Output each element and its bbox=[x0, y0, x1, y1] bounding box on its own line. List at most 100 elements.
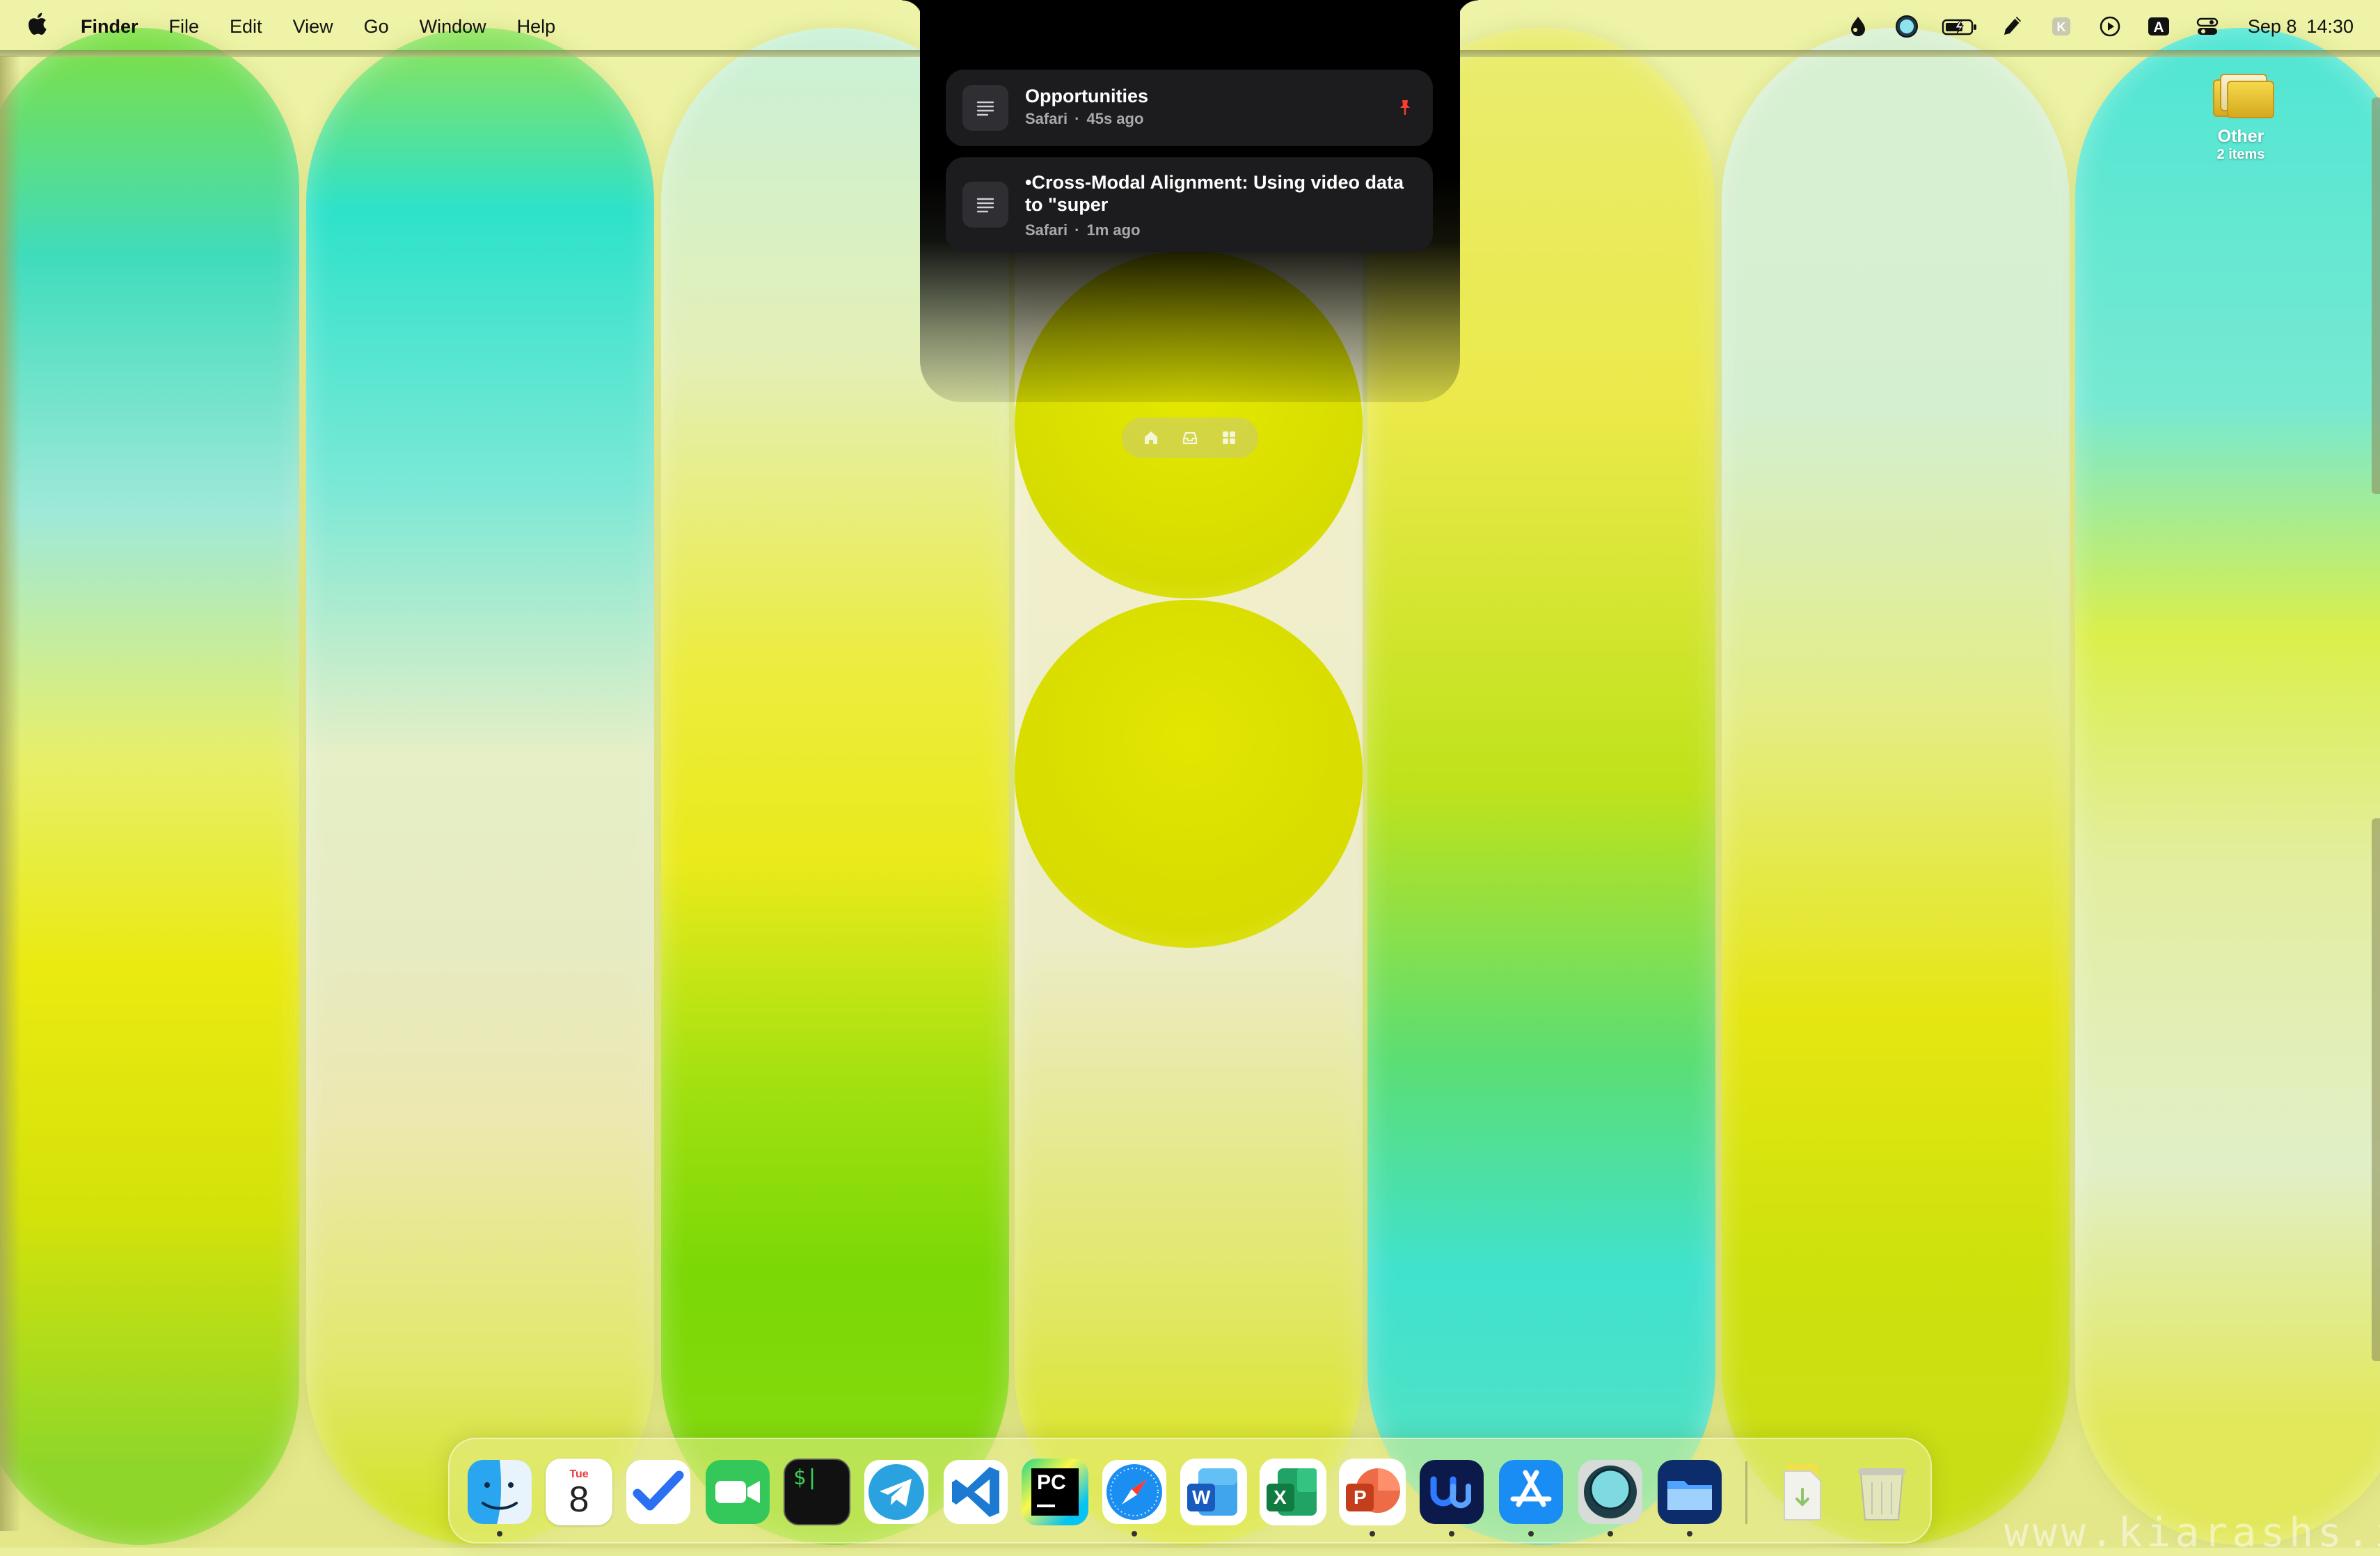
grid-icon[interactable] bbox=[1219, 427, 1239, 448]
running-indicator bbox=[1528, 1531, 1534, 1537]
circle-lens-icon bbox=[1578, 1460, 1642, 1524]
svg-text:A: A bbox=[2153, 19, 2164, 35]
menu-edit[interactable]: Edit bbox=[230, 16, 262, 38]
dock-telegram[interactable] bbox=[863, 1459, 930, 1525]
text-document-icon bbox=[962, 182, 1008, 228]
clipboard-item-app: Safari bbox=[1025, 221, 1068, 239]
compass-icon bbox=[1102, 1460, 1166, 1524]
dock-tasks[interactable] bbox=[625, 1459, 692, 1525]
menu-view[interactable]: View bbox=[293, 16, 333, 38]
wallpaper-stripe bbox=[0, 28, 299, 1545]
vscode-icon bbox=[944, 1460, 1008, 1524]
separator-dot: · bbox=[1074, 221, 1080, 239]
drop-icon[interactable] bbox=[1844, 13, 1872, 40]
word-icon: W bbox=[1192, 1486, 1211, 1508]
folder-icon bbox=[1658, 1460, 1722, 1524]
running-indicator bbox=[1370, 1531, 1375, 1537]
tray-icon[interactable] bbox=[1180, 427, 1200, 448]
folder-count: 2 items bbox=[2216, 147, 2265, 162]
clipboard-item-app: Safari bbox=[1025, 110, 1068, 127]
folder-stack-icon bbox=[2212, 67, 2274, 118]
dock-vscode[interactable] bbox=[942, 1459, 1009, 1525]
clipboard-item-title: •Cross-Modal Alignment: Using video data… bbox=[1025, 172, 1404, 215]
terminal-icon: $| bbox=[793, 1466, 819, 1490]
dock-finder[interactable] bbox=[466, 1459, 533, 1525]
dock-calendar[interactable]: Tue 8 bbox=[546, 1459, 612, 1525]
menu-clock[interactable]: Sep 8 14:30 bbox=[2248, 16, 2354, 38]
menu-go[interactable]: Go bbox=[364, 16, 389, 38]
dock-downloads[interactable] bbox=[1769, 1459, 1836, 1525]
app-store-icon bbox=[1499, 1460, 1563, 1524]
checkmark-icon bbox=[626, 1460, 690, 1524]
edge-scroll-handle[interactable] bbox=[2372, 818, 2380, 1361]
pycharm-icon: PC bbox=[1037, 1471, 1066, 1494]
menu-time: 14:30 bbox=[2306, 15, 2354, 37]
clipboard-item-meta: Safari · 1m ago bbox=[1025, 221, 1141, 239]
running-indicator bbox=[1608, 1531, 1613, 1537]
powerpoint-icon: P bbox=[1354, 1486, 1367, 1508]
folder-name: Other bbox=[2217, 127, 2264, 146]
downloads-stack-icon bbox=[1784, 1464, 1821, 1521]
dock-word[interactable]: W bbox=[1180, 1459, 1247, 1525]
notch-tab-bar bbox=[1122, 418, 1258, 458]
clipboard-item-age: 45s ago bbox=[1086, 110, 1144, 127]
running-indicator bbox=[497, 1531, 502, 1537]
watermark-text: www.kiarashs.ir bbox=[2004, 1509, 2380, 1556]
clipboard-item-meta: Safari · 45s ago bbox=[1025, 110, 1143, 128]
moon-circle-icon[interactable] bbox=[1893, 13, 1921, 40]
wallpaper-stripe bbox=[306, 28, 654, 1545]
clipboard-item[interactable]: •Cross-Modal Alignment: Using video data… bbox=[946, 157, 1433, 252]
trash-icon bbox=[1858, 1468, 1905, 1521]
dock-excel[interactable]: X bbox=[1260, 1459, 1326, 1525]
u-logo-icon bbox=[1420, 1460, 1484, 1524]
window-frame-edge bbox=[0, 56, 21, 1531]
wallpaper-stripe bbox=[2075, 28, 2380, 1545]
home-icon[interactable] bbox=[1141, 427, 1161, 448]
dock-safari[interactable] bbox=[1101, 1459, 1168, 1525]
dock-powerpoint[interactable]: P bbox=[1339, 1459, 1406, 1525]
dock: Tue 8 $| PC W X P bbox=[448, 1438, 1932, 1543]
dock-terminal[interactable]: $| bbox=[784, 1459, 850, 1525]
menu-app-name[interactable]: Finder bbox=[81, 16, 138, 38]
telegram-icon bbox=[864, 1460, 928, 1524]
dock-facetime[interactable] bbox=[704, 1459, 771, 1525]
clipboard-item-title: Opportunities bbox=[1025, 86, 1148, 106]
desktop-stack-other[interactable]: Other 2 items bbox=[2206, 67, 2276, 163]
brush-icon[interactable] bbox=[1999, 13, 2026, 40]
dock-lens-app[interactable] bbox=[1577, 1459, 1644, 1525]
text-document-icon bbox=[962, 85, 1008, 131]
calendar-date: 8 bbox=[569, 1479, 589, 1520]
wallpaper-blob bbox=[1015, 600, 1363, 948]
separator-dot: · bbox=[1074, 110, 1080, 127]
svg-text:K: K bbox=[2056, 20, 2065, 34]
running-indicator bbox=[1449, 1531, 1454, 1537]
a-keyboard-icon[interactable]: A bbox=[2145, 13, 2173, 40]
menu-file[interactable]: File bbox=[169, 16, 200, 38]
dock-trash[interactable] bbox=[1848, 1459, 1915, 1525]
excel-icon: X bbox=[1274, 1486, 1287, 1508]
dock-separator bbox=[1745, 1461, 1747, 1524]
dock-app-store[interactable] bbox=[1498, 1459, 1564, 1525]
notch-corner bbox=[1457, 0, 1478, 21]
dock-notch-app[interactable] bbox=[1418, 1459, 1485, 1525]
notch-shelf-panel: Opportunities Safari · 45s ago •Cross-Moda… bbox=[920, 0, 1460, 402]
edge-scroll-handle[interactable] bbox=[2372, 97, 2380, 494]
video-camera-icon bbox=[706, 1460, 770, 1524]
k-icon[interactable]: K bbox=[2047, 13, 2075, 40]
running-indicator bbox=[1132, 1531, 1137, 1537]
menu-date: Sep 8 bbox=[2247, 15, 2297, 37]
clipboard-item-age: 1m ago bbox=[1086, 221, 1141, 239]
dock-pycharm[interactable]: PC bbox=[1022, 1459, 1088, 1525]
menu-help[interactable]: Help bbox=[517, 16, 556, 38]
menu-window[interactable]: Window bbox=[420, 16, 486, 38]
control-center-icon[interactable] bbox=[2193, 13, 2221, 40]
running-indicator bbox=[1687, 1531, 1692, 1537]
dock-files[interactable] bbox=[1656, 1459, 1723, 1525]
clipboard-item[interactable]: Opportunities Safari · 45s ago bbox=[946, 70, 1433, 146]
finder-icon bbox=[468, 1460, 532, 1524]
pin-icon[interactable] bbox=[1395, 97, 1415, 117]
play-icon[interactable] bbox=[2096, 13, 2124, 40]
wallpaper-stripe bbox=[1722, 28, 2070, 1545]
apple-icon[interactable] bbox=[26, 12, 47, 42]
battery-icon[interactable] bbox=[1942, 13, 1978, 40]
